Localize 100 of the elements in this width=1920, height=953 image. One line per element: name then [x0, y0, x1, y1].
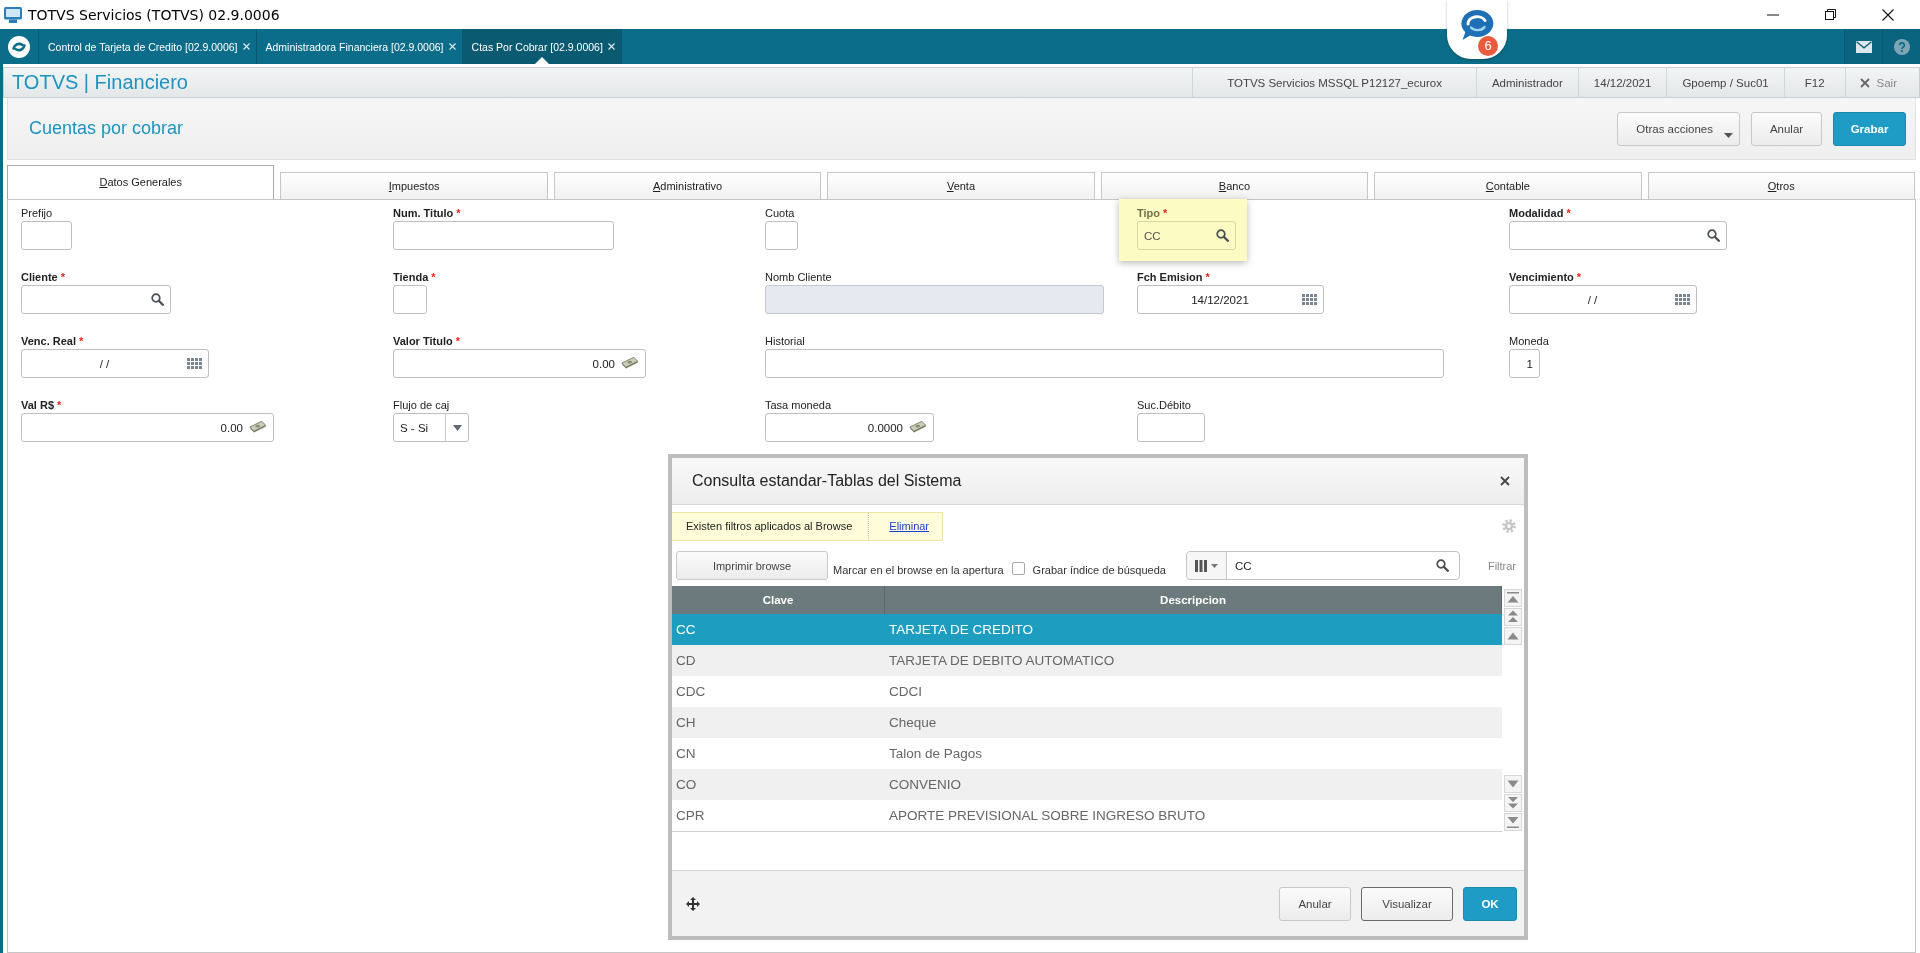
input-field[interactable]: 0.0000 [765, 413, 934, 442]
input-field[interactable] [393, 221, 614, 250]
input-field[interactable]: CC [1137, 221, 1236, 250]
form-tab[interactable]: Impuestos [280, 172, 548, 199]
input-field[interactable]: 0.00 [393, 349, 646, 378]
caret-down-icon [1724, 132, 1733, 138]
field-label: Fch Emision * [1137, 270, 1210, 284]
app-tab[interactable]: Control de Tarjeta de Credito [02.9.0006] [39, 29, 257, 64]
field-label: Suc.Débito [1137, 398, 1191, 412]
chat-bubble-icon [1460, 9, 1494, 41]
form-tab[interactable]: Administrativo [553, 172, 822, 199]
module-title: TOTVS | Financiero [11, 70, 188, 95]
banknote-icon[interactable] [909, 421, 927, 434]
form-tab[interactable]: Contable [1374, 172, 1642, 199]
calendar-icon[interactable] [187, 358, 202, 369]
form-tab[interactable]: Venta [827, 172, 1095, 199]
form-tab[interactable]: Otros [1647, 172, 1915, 199]
checkbox[interactable] [1011, 562, 1025, 575]
input-field[interactable] [21, 285, 171, 314]
table-cell-text: Cheque [888, 714, 938, 732]
search-icon[interactable] [1707, 229, 1720, 242]
help-icon [1893, 38, 1910, 55]
input-field[interactable] [393, 285, 427, 314]
search-icon[interactable] [151, 293, 164, 306]
input-field[interactable]: 14/12/2021 [1137, 285, 1324, 314]
outlined-button[interactable]: Visualizar [1361, 886, 1453, 921]
input-field[interactable] [21, 221, 72, 250]
mail-button[interactable] [1844, 29, 1882, 64]
table-cell-text: APORTE PREVISIONAL SOBRE INGRESO BRUTO [888, 807, 1207, 825]
help-button[interactable] [1882, 29, 1920, 64]
form-tab[interactable]: Banco [1100, 172, 1369, 199]
user-label: Administrador [1475, 68, 1578, 97]
notification-badge: 6 [1478, 36, 1498, 56]
close-icon[interactable] [1882, 8, 1894, 21]
columns-icon [1194, 559, 1207, 572]
page-title: Cuentas por cobrar [29, 118, 184, 139]
app-tab[interactable]: Ctas Por Cobrar [02.9.0006] [462, 29, 622, 64]
scroll-top-icon[interactable] [1504, 589, 1522, 607]
field-label: Tasa moneda [765, 398, 832, 412]
field-label: Vencimiento * [1509, 270, 1582, 284]
column-selector[interactable] [1186, 552, 1227, 579]
banknote-icon[interactable] [249, 421, 267, 434]
filter-link[interactable]: Eliminar [869, 512, 943, 540]
minimize-icon[interactable] [1767, 13, 1779, 16]
field-label: Tienda * [393, 270, 436, 284]
checkbox-label[interactable]: Grabar índice de búsqueda [1032, 555, 1166, 576]
input-field[interactable] [1509, 221, 1727, 250]
app-icon [4, 6, 22, 23]
table-cell-text: CH [675, 714, 697, 732]
caret-down-icon [1210, 563, 1218, 568]
table-cell-text: CC [675, 621, 697, 639]
table-row[interactable]: CO CONVENIO [672, 769, 1502, 800]
input-field[interactable]: 0.00 [21, 413, 274, 442]
logo-icon[interactable] [8, 35, 30, 58]
field-label: Num. Titulo * [393, 206, 461, 220]
secondary-button[interactable]: Anular [1751, 111, 1822, 146]
close-icon[interactable] [1500, 476, 1510, 486]
input-field[interactable]: / / [1509, 285, 1697, 314]
dropdown-button[interactable]: Otras acciones [1617, 111, 1740, 146]
field-label: Tipo * [1137, 206, 1168, 220]
filter-button[interactable]: Filtrar [1487, 559, 1517, 572]
print-button[interactable]: Imprimir browse [676, 551, 828, 580]
calendar-icon[interactable] [1675, 294, 1690, 305]
dialog-title: Consulta estandar-Tablas del Sistema [692, 472, 962, 490]
table-cell-text: CDC [675, 683, 707, 701]
input-field[interactable] [1137, 413, 1205, 442]
input-field[interactable]: / / [21, 349, 209, 378]
form-tab[interactable]: Datos Generales [7, 165, 275, 199]
scroll-bottom-icon[interactable] [1504, 813, 1522, 831]
restore-icon[interactable] [1825, 9, 1836, 20]
secondary-button[interactable]: Anular [1279, 886, 1351, 921]
dropdown-field[interactable]: S - Si [393, 413, 469, 442]
banknote-icon[interactable] [621, 357, 639, 370]
search-field[interactable]: CC [1185, 551, 1460, 580]
field-label: Moneda [1509, 334, 1549, 348]
double-down-icon[interactable] [1504, 794, 1522, 812]
table-cell-text: CO [675, 776, 698, 794]
calendar-icon[interactable] [1302, 294, 1317, 305]
mail-icon [1855, 40, 1872, 53]
caret-down-icon[interactable] [452, 424, 462, 431]
search-icon[interactable] [1435, 559, 1449, 572]
app-tab[interactable]: Administradora Financiera [02.9.0006] [256, 29, 463, 64]
field-label: Venc. Real * [21, 334, 84, 348]
move-icon[interactable] [686, 896, 700, 911]
table-row[interactable]: CD TARJETA DE DEBITO AUTOMATICO [672, 645, 1502, 676]
table-cell-text: CN [675, 745, 697, 763]
close-icon [1859, 77, 1870, 88]
input-field[interactable]: 1 [1509, 349, 1540, 378]
field-label: Val R$ * [21, 398, 62, 412]
table-cell-text: CONVENIO [888, 776, 962, 794]
double-up-icon[interactable] [1504, 608, 1522, 626]
table-row[interactable]: CH Cheque [672, 707, 1502, 738]
field-label: Cliente * [21, 270, 65, 284]
environment-label: TOTVS Servicios MSSQL P12127_ecurox [1192, 68, 1476, 97]
input-field[interactable] [765, 221, 798, 250]
input-field[interactable] [765, 349, 1444, 378]
field-label: Historial [765, 334, 805, 348]
field-label: Cuota [765, 206, 795, 220]
window-title: TOTVS Servicios (TOTVS) 02.9.0006 [28, 6, 280, 23]
search-icon[interactable] [1216, 229, 1229, 242]
